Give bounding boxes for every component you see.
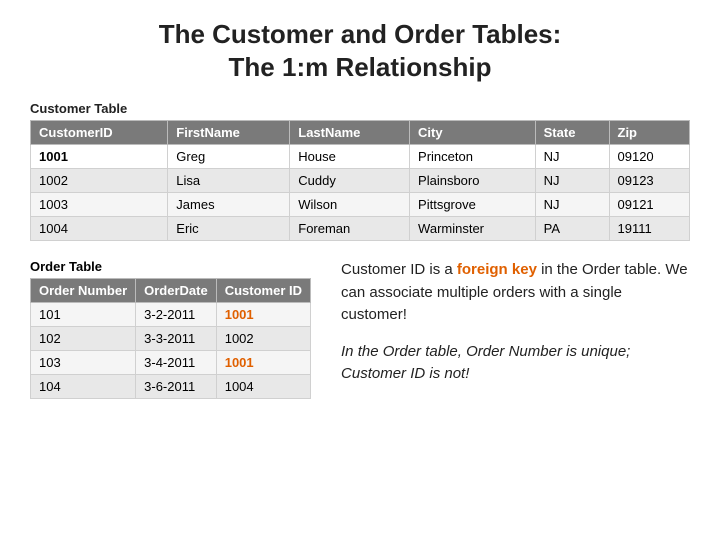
customer-table-label: Customer Table	[30, 101, 690, 116]
customer-cell-0: 1002	[31, 169, 168, 193]
customer-table-row: 1004EricForemanWarminsterPA19111	[31, 217, 690, 241]
description-paragraph1: Customer ID is a foreign key in the Orde…	[341, 259, 690, 327]
col-header-city: City	[410, 121, 536, 145]
customer-cell-5: 09121	[609, 193, 690, 217]
order-table-row: 1033-4-20111001	[31, 351, 311, 375]
customer-table: CustomerID FirstName LastName City State…	[30, 120, 690, 241]
order-cell-0: 102	[31, 327, 136, 351]
col-header-customerid: CustomerID	[31, 121, 168, 145]
order-table-row: 1043-6-20111004	[31, 375, 311, 399]
customer-cell-4: NJ	[535, 169, 609, 193]
customer-table-header-row: CustomerID FirstName LastName City State…	[31, 121, 690, 145]
page-title: The Customer and Order Tables: The 1:m R…	[30, 18, 690, 83]
bottom-section: Order Table Order Number OrderDate Custo…	[30, 259, 690, 400]
customer-cell-3: Warminster	[410, 217, 536, 241]
customer-table-row: 1001GregHousePrincetonNJ09120	[31, 145, 690, 169]
customer-cell-1: Eric	[168, 217, 290, 241]
customer-cell-4: PA	[535, 217, 609, 241]
description: Customer ID is a foreign key in the Orde…	[341, 259, 690, 400]
order-cell-1: 3-2-2011	[136, 303, 217, 327]
customer-table-row: 1002LisaCuddyPlainsboroNJ09123	[31, 169, 690, 193]
customer-cell-0: 1001	[31, 145, 168, 169]
customer-cell-1: Greg	[168, 145, 290, 169]
order-table-row: 1023-3-20111002	[31, 327, 311, 351]
col-header-zip: Zip	[609, 121, 690, 145]
customer-cell-0: 1004	[31, 217, 168, 241]
order-cell-2: 1004	[216, 375, 310, 399]
col-header-firstname: FirstName	[168, 121, 290, 145]
col-header-state: State	[535, 121, 609, 145]
page: The Customer and Order Tables: The 1:m R…	[0, 0, 720, 540]
customer-cell-4: NJ	[535, 145, 609, 169]
customer-cell-5: 09123	[609, 169, 690, 193]
col-header-lastname: LastName	[290, 121, 410, 145]
order-col-header-date: OrderDate	[136, 279, 217, 303]
customer-cell-2: House	[290, 145, 410, 169]
order-cell-2: 1001	[216, 351, 310, 375]
customer-cell-3: Pittsgrove	[410, 193, 536, 217]
order-cell-2: 1002	[216, 327, 310, 351]
customer-table-row: 1003JamesWilsonPittsgroveNJ09121	[31, 193, 690, 217]
order-table-header-row: Order Number OrderDate Customer ID	[31, 279, 311, 303]
order-table: Order Number OrderDate Customer ID 1013-…	[30, 278, 311, 399]
order-col-header-customerid: Customer ID	[216, 279, 310, 303]
order-cell-0: 104	[31, 375, 136, 399]
customer-cell-3: Plainsboro	[410, 169, 536, 193]
foreign-key-text: foreign key	[457, 261, 537, 278]
order-table-wrap: Order Table Order Number OrderDate Custo…	[30, 259, 311, 399]
order-cell-0: 103	[31, 351, 136, 375]
desc-prefix: Customer ID is a	[341, 261, 457, 278]
description-paragraph2: In the Order table, Order Number is uniq…	[341, 341, 690, 386]
order-cell-1: 3-4-2011	[136, 351, 217, 375]
customer-cell-5: 19111	[609, 217, 690, 241]
customer-cell-0: 1003	[31, 193, 168, 217]
order-cell-1: 3-6-2011	[136, 375, 217, 399]
customer-cell-5: 09120	[609, 145, 690, 169]
customer-cell-2: Foreman	[290, 217, 410, 241]
customer-cell-1: Lisa	[168, 169, 290, 193]
order-cell-2: 1001	[216, 303, 310, 327]
customer-cell-3: Princeton	[410, 145, 536, 169]
order-cell-1: 3-3-2011	[136, 327, 217, 351]
customer-cell-1: James	[168, 193, 290, 217]
customer-cell-2: Cuddy	[290, 169, 410, 193]
customer-cell-4: NJ	[535, 193, 609, 217]
order-cell-0: 101	[31, 303, 136, 327]
customer-cell-2: Wilson	[290, 193, 410, 217]
order-table-row: 1013-2-20111001	[31, 303, 311, 327]
order-table-label: Order Table	[30, 259, 311, 274]
order-col-header-number: Order Number	[31, 279, 136, 303]
